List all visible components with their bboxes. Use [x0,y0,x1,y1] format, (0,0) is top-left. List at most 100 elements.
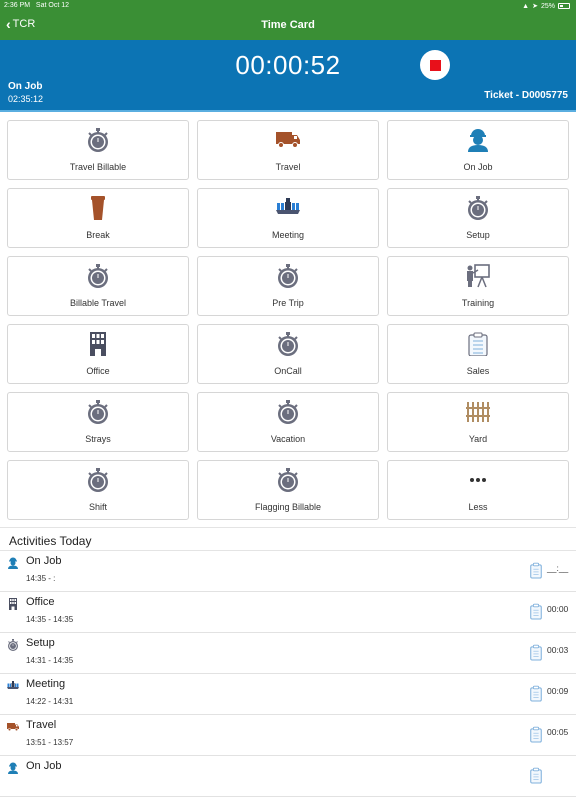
tile-icon [388,399,568,425]
meeting-icon [276,198,300,214]
elapsed-timer: 00:00:52 [235,50,341,80]
activity-grid: Travel Billable Travel On Job Break Meeting S… [7,120,569,520]
battery-icon [558,3,570,9]
activity-tile-vacation[interactable]: Vacation [197,392,379,452]
tile-label: Travel [275,162,301,172]
stopwatch-icon [277,400,299,424]
activity-icon [7,557,19,569]
activity-tile-setup[interactable]: Setup [387,188,569,248]
worker-icon [8,557,18,569]
tile-icon [198,195,378,221]
status-date: Sat Oct 12 [35,2,69,9]
tile-icon [388,331,568,357]
activity-time-range: 14:31 - 14:35 [26,656,74,665]
stopwatch-icon [7,639,19,651]
activity-tile-training[interactable]: Training [387,256,569,316]
stopwatch-icon [467,196,489,220]
notes-icon[interactable] [529,603,543,621]
activity-duration: 00:03 [547,645,569,655]
fence-icon [466,402,490,422]
stopwatch-icon [87,264,109,288]
tile-label: Meeting [271,230,305,240]
activity-list-item[interactable]: On Job [0,756,576,797]
activity-name: Meeting [26,678,66,690]
current-activity-time: 02:35:12 [8,94,44,104]
building-icon [9,598,17,610]
notes-icon[interactable] [529,685,543,703]
activity-name: Travel [26,719,57,731]
truck-icon [7,722,19,731]
activity-tile-yard[interactable]: Yard [387,392,569,452]
activity-time-range: 14:35 - 14:35 [26,615,74,624]
activity-tile-billable-travel[interactable]: Billable Travel [7,256,189,316]
activity-list-item[interactable]: On Job 14:35 - : __:__ [0,551,576,592]
more-dots-icon [470,478,486,482]
activity-list-item[interactable]: Setup 14:31 - 14:35 00:03 [0,633,576,674]
activity-name: Setup [26,637,55,649]
activity-tile-strays[interactable]: Strays [7,392,189,452]
notes-icon[interactable] [529,562,543,580]
activity-name: Office [26,596,55,608]
tile-label: Vacation [270,434,306,444]
activity-tile-flagging-billable[interactable]: Flagging Billable [197,460,379,520]
timer-panel: 00:00:52 On Job 02:35:12 Ticket - D00057… [0,40,576,112]
tile-icon [8,467,188,493]
activity-time-range: 13:51 - 13:57 [26,738,74,747]
notes-icon[interactable] [529,767,543,785]
stopwatch-icon [87,128,109,152]
activity-tile-on-job[interactable]: On Job [387,120,569,180]
activity-tile-travel[interactable]: Travel [197,120,379,180]
notes-icon[interactable] [529,726,543,744]
tile-icon [8,263,188,289]
activity-list-item[interactable]: Office 14:35 - 14:35 00:00 [0,592,576,633]
tile-icon [8,195,188,221]
tile-label: Sales [466,366,490,376]
tile-label: Pre Trip [272,298,304,308]
activity-tile-oncall[interactable]: OnCall [197,324,379,384]
ticket-number: Ticket - D0005775 [484,90,568,101]
activity-icon [7,598,19,610]
activity-duration: __:__ [547,563,569,573]
activity-tile-travel-billable[interactable]: Travel Billable [7,120,189,180]
tile-icon [198,263,378,289]
tile-icon [198,467,378,493]
activity-tile-less[interactable]: Less [387,460,569,520]
stopwatch-icon [87,468,109,492]
activity-duration: 00:05 [547,727,569,737]
tile-icon [8,331,188,357]
notes-icon[interactable] [529,644,543,662]
stopwatch-icon [277,468,299,492]
activity-tile-break[interactable]: Break [7,188,189,248]
stop-button[interactable] [420,50,450,80]
activities-today-header: Activities Today [0,527,576,551]
activity-name: On Job [26,555,62,567]
activity-duration: 00:00 [547,604,569,614]
tile-label: Office [86,366,110,376]
tile-icon [198,331,378,357]
building-icon [90,332,106,356]
tile-label: Flagging Billable [254,502,322,512]
status-time: 2:36 PM [4,2,31,9]
activity-tile-shift[interactable]: Shift [7,460,189,520]
activity-list-item[interactable]: Travel 13:51 - 13:57 00:05 [0,715,576,756]
activity-tile-office[interactable]: Office [7,324,189,384]
tile-label: Break [86,230,110,240]
training-icon [466,264,490,288]
activity-tile-meeting[interactable]: Meeting [197,188,379,248]
tile-label: Strays [85,434,111,444]
activity-list-item[interactable]: Meeting 14:22 - 14:31 00:09 [0,674,576,715]
page-title: Time Card [261,19,315,31]
status-bar-left: 2:36 PM Sat Oct 12 [4,2,69,9]
tile-icon [8,399,188,425]
worker-icon [8,762,18,774]
activity-icon [7,762,19,774]
activity-tile-sales[interactable]: Sales [387,324,569,384]
tile-icon [388,467,568,493]
tile-icon [388,127,568,153]
status-bar-right: ▲ ➤ 25% [522,2,570,10]
activity-icon [7,639,19,651]
activity-tile-pre-trip[interactable]: Pre Trip [197,256,379,316]
current-activity: On Job [8,81,43,92]
stopwatch-icon [277,264,299,288]
navigation-bar: 2:36 PM Sat Oct 12 ▲ ➤ 25% ‹ TCR Time Ca… [0,0,576,40]
